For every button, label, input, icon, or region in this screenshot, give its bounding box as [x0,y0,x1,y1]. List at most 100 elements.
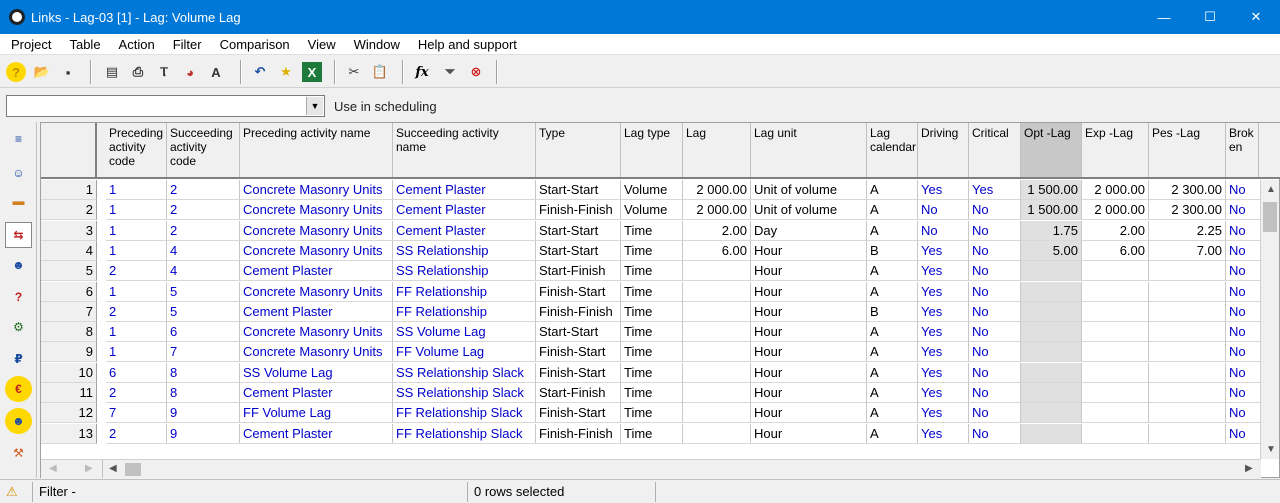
cell-pcode[interactable]: 2 [106,261,167,282]
cell-lagunit[interactable]: Hour [751,342,867,363]
cell-pcode[interactable]: 6 [106,362,167,383]
cell-pname[interactable]: Concrete Masonry Units [240,240,393,261]
cell-scode[interactable]: 9 [167,423,240,444]
header-pes-lag[interactable]: Pes -Lag [1149,123,1226,177]
cell-scode[interactable]: 5 [167,281,240,302]
cell-critical[interactable]: Yes [969,180,1021,200]
cell-critical[interactable]: No [969,423,1021,444]
table-row[interactable]: 8 1 6 Concrete Masonry Units SS Volume Lag St… [41,322,1261,343]
cell-lagcal[interactable]: B [867,240,918,261]
cell-pcode[interactable]: 2 [106,301,167,322]
cell-broken[interactable]: No [1226,261,1261,282]
cell-lagunit[interactable]: Hour [751,281,867,302]
undo-icon[interactable]: ↶ [250,62,270,82]
cell-optlag[interactable] [1021,281,1082,302]
report-icon[interactable]: ▤ [102,62,122,82]
cell-explag[interactable] [1082,423,1149,444]
clear-filter-icon[interactable]: ⊗ [466,62,486,82]
cell-type[interactable]: Finish-Start [536,362,621,383]
cell-lag[interactable] [683,423,751,444]
close-button[interactable]: ✕ [1233,0,1279,34]
cell-driving[interactable]: Yes [918,261,969,282]
cell-driving[interactable]: Yes [918,281,969,302]
cell-lag[interactable] [683,342,751,363]
cell-critical[interactable]: No [969,403,1021,424]
cell-lagcal[interactable]: A [867,362,918,383]
cell-lagcal[interactable]: A [867,342,918,363]
cell-lagtype[interactable]: Time [621,383,683,403]
cell-peslag[interactable] [1149,362,1226,383]
cell-critical[interactable]: No [969,322,1021,343]
tools-icon[interactable]: Ⲧ [154,62,174,82]
table-row[interactable]: 11 2 8 Cement Plaster SS Relationship Slack S… [41,383,1261,403]
cell-lagcal[interactable]: A [867,261,918,282]
cell-type[interactable]: Start-Finish [536,383,621,403]
cell-lag[interactable] [683,383,751,403]
header-exp-lag[interactable]: Exp -Lag [1082,123,1149,177]
cell-pcode[interactable]: 1 [106,322,167,343]
table-row[interactable]: 9 1 7 Concrete Masonry Units FF Volume Lag Fi… [41,342,1261,363]
cell-type[interactable]: Start-Start [536,240,621,261]
header-lag-type[interactable]: Lag type [621,123,683,177]
menu-window[interactable]: Window [345,37,409,52]
row-number[interactable]: 13 [41,423,97,444]
header-lag-unit[interactable]: Lag unit [751,123,867,177]
cell-optlag[interactable] [1021,261,1082,282]
cell-scode[interactable]: 4 [167,240,240,261]
horizontal-scrollbar[interactable]: ◀ ▶ [103,459,1261,478]
cell-lagunit[interactable]: Unit of volume [751,180,867,200]
row-number[interactable]: 6 [41,281,97,302]
cell-pcode[interactable]: 1 [106,342,167,363]
cell-driving[interactable]: Yes [918,301,969,322]
cell-lagunit[interactable]: Hour [751,403,867,424]
cell-type[interactable]: Finish-Start [536,342,621,363]
cell-lagtype[interactable]: Time [621,322,683,343]
cell-pname[interactable]: SS Volume Lag [240,362,393,383]
table-row[interactable]: 2 1 2 Concrete Masonry Units Cement Plaster F… [41,200,1261,221]
gantt-icon[interactable]: ≡ [5,126,32,152]
cell-driving[interactable]: Yes [918,362,969,383]
cell-pname[interactable]: Concrete Masonry Units [240,200,393,221]
cell-explag[interactable] [1082,362,1149,383]
cell-critical[interactable]: No [969,240,1021,261]
cell-lagunit[interactable]: Hour [751,362,867,383]
cell-optlag[interactable] [1021,403,1082,424]
cell-broken[interactable]: No [1226,342,1261,363]
menu-project[interactable]: Project [0,37,60,52]
cell-broken[interactable]: No [1226,180,1261,200]
cell-sname[interactable]: SS Relationship Slack [393,362,536,383]
row-number[interactable]: 3 [41,220,97,241]
formula-icon[interactable]: fx [412,62,432,82]
cell-driving[interactable]: Yes [918,423,969,444]
cell-lagunit[interactable]: Hour [751,261,867,282]
cell-type[interactable]: Finish-Finish [536,200,621,221]
cell-sname[interactable]: FF Relationship Slack [393,403,536,424]
cell-critical[interactable]: No [969,220,1021,241]
header-lag[interactable]: Lag [683,123,751,177]
cell-explag[interactable] [1082,261,1149,282]
cell-lagcal[interactable]: A [867,220,918,241]
table-row[interactable]: 10 6 8 SS Volume Lag SS Relationship Slack Fi… [41,362,1261,383]
question-people-icon[interactable]: ? [5,284,32,310]
cell-scode[interactable]: 4 [167,261,240,282]
header-driving[interactable]: Driving [918,123,969,177]
cell-critical[interactable]: No [969,261,1021,282]
cell-lag[interactable] [683,261,751,282]
cell-lagtype[interactable]: Time [621,362,683,383]
cell-lagtype[interactable]: Time [621,423,683,444]
costs-icon[interactable]: ₽ [5,346,32,372]
scroll-down-icon[interactable]: ▼ [1266,444,1276,455]
cell-scode[interactable]: 2 [167,220,240,241]
cell-type[interactable]: Finish-Start [536,403,621,424]
cell-critical[interactable]: No [969,383,1021,403]
header-succeeding-code[interactable]: Succeeding activity code [167,123,240,177]
print-icon[interactable]: ⎙ [128,62,148,82]
cell-sname[interactable]: SS Relationship Slack [393,383,536,403]
cell-scode[interactable]: 8 [167,362,240,383]
cell-pname[interactable]: Cement Plaster [240,383,393,403]
table-row[interactable]: 7 2 5 Cement Plaster FF Relationship Finish-F… [41,301,1261,322]
currency-icon[interactable]: € [5,376,32,402]
cell-explag[interactable]: 2.00 [1082,220,1149,241]
cell-type[interactable]: Start-Start [536,180,621,200]
cell-critical[interactable]: No [969,200,1021,221]
